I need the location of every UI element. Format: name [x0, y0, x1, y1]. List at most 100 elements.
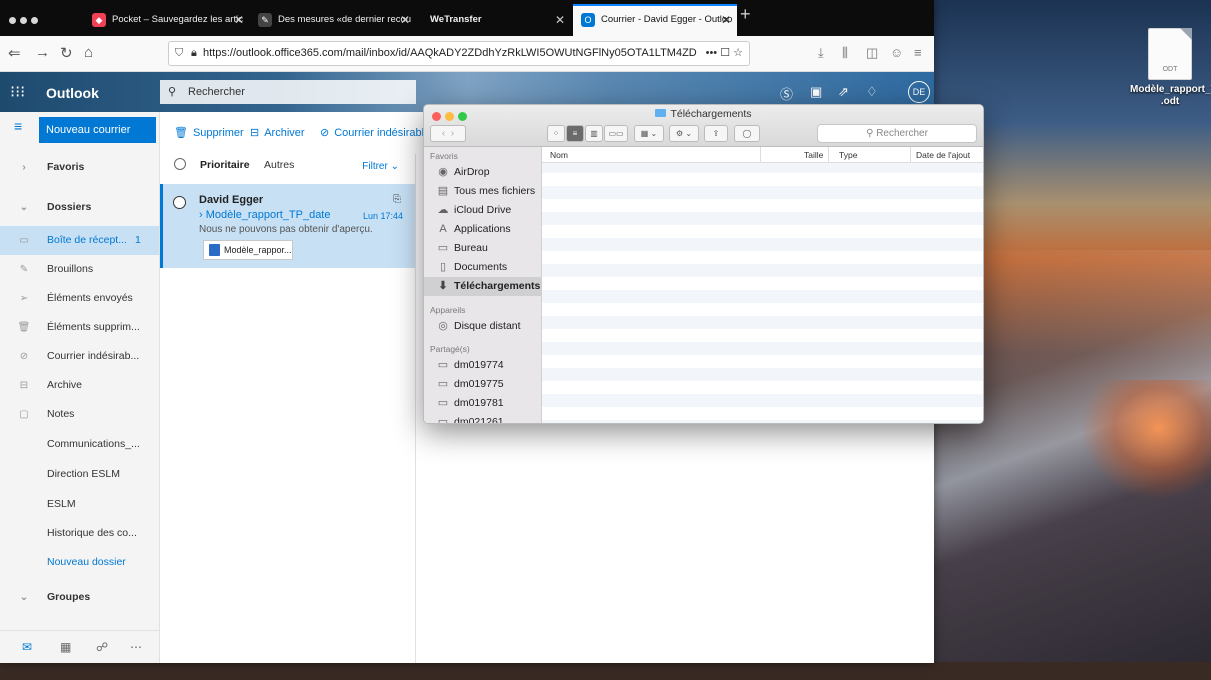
nav-item-notes[interactable]: ▢ Notes	[0, 400, 159, 429]
new-tab-icon[interactable]: +	[740, 4, 751, 25]
nav-item-deleted[interactable]: 🗑︎ Éléments supprim...	[0, 313, 159, 342]
column-name[interactable]: Nom	[550, 150, 568, 160]
nav-item-communications[interactable]: Communications_...	[0, 430, 159, 459]
back-forward-buttons[interactable]: ‹ ›	[430, 125, 466, 142]
sidebar-item-applications[interactable]: A Applications	[424, 220, 541, 239]
tag-button[interactable]: ◯	[734, 125, 760, 142]
nav-item-direction-eslm[interactable]: Direction ESLM	[0, 460, 159, 489]
back-icon[interactable]: ⇐	[8, 44, 21, 62]
favorites-toggle[interactable]: › Favoris	[0, 153, 159, 182]
column-date-added[interactable]: Date de l'ajout	[916, 150, 970, 160]
nav-item-historique[interactable]: Historique des co...	[0, 519, 159, 548]
archive-button[interactable]: ⊟ Archiver	[250, 126, 305, 139]
attachment-chip[interactable]: Modèle_rappor...	[203, 240, 293, 260]
nav-item-junk[interactable]: ⊘ Courrier indésirab...	[0, 342, 159, 371]
nav-label: Courrier indésirab...	[47, 350, 140, 362]
finder-title-text: Téléchargements	[670, 108, 752, 120]
groups-toggle[interactable]: ⌄ Groupes	[0, 583, 159, 612]
computer-icon: ▭	[437, 359, 449, 371]
sidebar-item-airdrop[interactable]: ◉ AirDrop	[424, 163, 541, 182]
filter-dropdown[interactable]: Filtrer ⌄	[362, 161, 399, 172]
desktop-file-odt[interactable]: ODT Modèle_rapport_TP .odt	[1130, 28, 1211, 108]
shield-icon[interactable]: ⛉	[175, 42, 183, 65]
sidebar-label: Disque distant	[454, 320, 521, 332]
page-actions[interactable]: ••• ☐ ☆	[701, 42, 743, 65]
word-doc-icon	[209, 244, 220, 256]
nav-item-eslm[interactable]: ESLM	[0, 490, 159, 519]
sidebar-item-icloud[interactable]: ☁ iCloud Drive	[424, 201, 541, 220]
home-icon[interactable]: ⌂	[84, 44, 93, 61]
share-icon[interactable]: ⇗	[838, 84, 849, 100]
action-gear-dropdown[interactable]: ⚙ ⌄	[669, 125, 699, 142]
sidebar-item-dm019775[interactable]: ▭ dm019775	[424, 375, 541, 394]
close-window-button[interactable]	[9, 17, 16, 24]
download-icon[interactable]: ⤓	[818, 45, 824, 61]
group-dropdown[interactable]: ▦ ⌄	[634, 125, 664, 142]
tab-focused[interactable]: Prioritaire	[200, 159, 250, 171]
list-item[interactable]: David Egger ⎘ › Modèle_rapport_TP_date L…	[160, 184, 415, 268]
calendar-icon[interactable]: ▦	[60, 640, 71, 654]
close-tab-icon[interactable]: ✕	[555, 6, 565, 34]
zoom-window-button[interactable]	[31, 17, 38, 24]
finder-search-placeholder: Rechercher	[876, 128, 928, 139]
list-view-button[interactable]: ≡	[566, 125, 584, 142]
mail-icon[interactable]: ✉	[22, 640, 32, 654]
nav-label: Groupes	[47, 591, 91, 603]
tab-other[interactable]: Autres	[264, 159, 294, 171]
folder-icon	[655, 109, 667, 117]
sidebar-item-desktop[interactable]: ▭ Bureau	[424, 239, 541, 258]
computer-icon: ▭	[437, 378, 449, 390]
gallery-view-button[interactable]: ▭▭	[604, 125, 628, 142]
tab-outlook[interactable]: O Courrier - David Egger - Outloo ✕	[573, 4, 737, 36]
minimize-window-button[interactable]	[20, 17, 27, 24]
select-all-icon[interactable]	[174, 158, 186, 170]
sidebar-item-downloads[interactable]: ⬇ Téléchargements	[424, 277, 541, 296]
delete-button[interactable]: 🗑︎ Supprimer	[174, 126, 244, 139]
column-size[interactable]: Taille	[804, 150, 823, 160]
skype-icon[interactable]: Ⓢ	[780, 84, 793, 103]
sidebar-icon[interactable]: ◫	[866, 45, 878, 61]
more-icon[interactable]: ⋯	[130, 640, 142, 654]
share-button[interactable]: ⇪	[704, 125, 728, 142]
tab-pocket[interactable]: ◆ Pocket – Sauvegardez les artic ✕	[84, 6, 250, 34]
column-view-button[interactable]: ▥	[585, 125, 603, 142]
people-icon[interactable]: ☍	[96, 640, 108, 654]
new-mail-button[interactable]: Nouveau courrier	[39, 117, 156, 143]
nav-item-archive[interactable]: ⊟ Archive	[0, 371, 159, 400]
avatar[interactable]: DE	[908, 81, 930, 103]
tab-wetransfer[interactable]: WeTransfer ✕	[405, 6, 571, 34]
nav-item-inbox[interactable]: ▭ Boîte de récept... 1	[0, 226, 159, 255]
account-icon[interactable]: ☺	[890, 45, 903, 60]
app-launcher-icon[interactable]: ⁝⁝⁝	[10, 82, 25, 102]
search-input[interactable]: ⚲ Rechercher	[160, 80, 416, 104]
column-type[interactable]: Type	[839, 150, 857, 160]
sidebar-item-dm019774[interactable]: ▭ dm019774	[424, 356, 541, 375]
search-placeholder: Rechercher	[188, 86, 245, 98]
close-tab-icon[interactable]: ✕	[234, 6, 244, 34]
url-bar[interactable]: ⛉ 🔒︎ https://outlook.office365.com/mail/…	[168, 41, 750, 66]
icon-view-button[interactable]: ⁘	[547, 125, 565, 142]
nav-item-sent[interactable]: ➢ Éléments envoyés	[0, 284, 159, 313]
finder-search-input[interactable]: ⚲ Rechercher	[817, 124, 977, 143]
hamburger-icon[interactable]: ≡	[14, 118, 22, 134]
nav-item-drafts[interactable]: ✎ Brouillons	[0, 255, 159, 284]
trash-icon: 🗑︎	[17, 322, 31, 333]
select-radio[interactable]	[173, 196, 186, 209]
junk-button[interactable]: ⊘ Courrier indésirable	[320, 126, 430, 139]
folders-toggle[interactable]: ⌄ Dossiers	[0, 193, 159, 222]
library-icon[interactable]: ⫼	[842, 45, 848, 61]
sidebar-item-remote-disc[interactable]: ◎ Disque distant	[424, 317, 541, 336]
tab-article[interactable]: ✎ Des mesures «de dernier recou ✕	[250, 6, 416, 34]
reload-icon[interactable]: ↻	[60, 44, 73, 62]
mail-subject: › Modèle_rapport_TP_date	[199, 209, 331, 221]
sidebar-item-dm019781[interactable]: ▭ dm019781	[424, 394, 541, 413]
sidebar-item-documents[interactable]: ▯ Documents	[424, 258, 541, 277]
close-tab-icon[interactable]: ✕	[721, 6, 731, 34]
sidebar-item-dm021261[interactable]: ▭ dm021261	[424, 413, 541, 423]
teams-icon[interactable]: ▣	[810, 84, 822, 100]
menu-icon[interactable]: ≡	[914, 45, 922, 60]
new-folder-link[interactable]: Nouveau dossier	[0, 548, 159, 577]
notification-icon[interactable]: ♢	[866, 84, 878, 100]
forward-icon[interactable]: →	[35, 44, 50, 61]
sidebar-item-all-files[interactable]: ▤ Tous mes fichiers	[424, 182, 541, 201]
